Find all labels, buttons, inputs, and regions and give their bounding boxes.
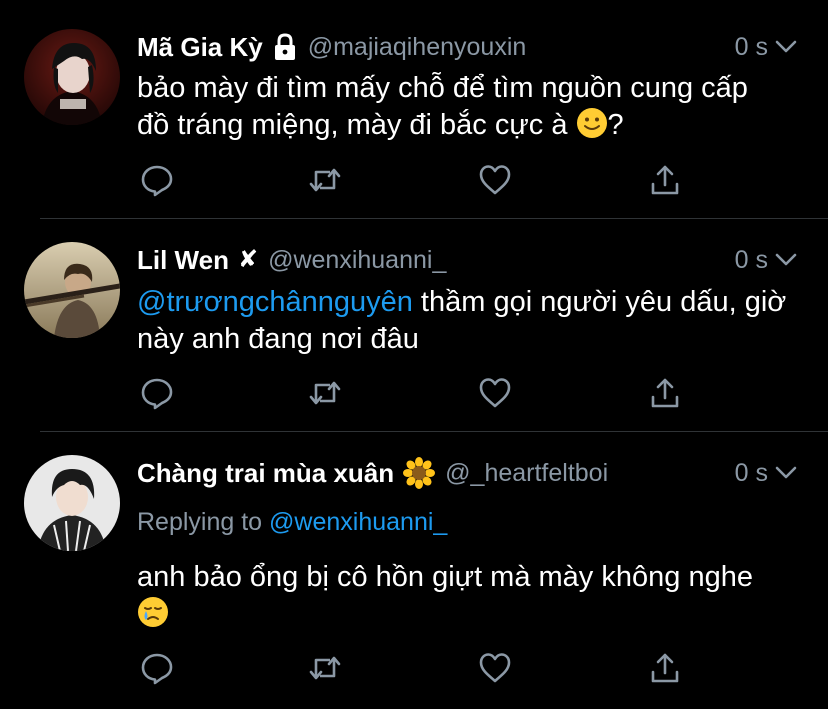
avatar[interactable] — [24, 29, 120, 125]
retweet-icon — [309, 381, 341, 405]
reply-icon — [141, 165, 173, 197]
reply-button[interactable] — [137, 373, 177, 413]
chevron-down-icon[interactable] — [774, 461, 798, 485]
tweet-actions — [137, 373, 697, 413]
reply-button[interactable] — [137, 160, 177, 200]
replying-to: Replying to @wenxihuanni_ — [137, 508, 447, 537]
retweet-icon — [309, 656, 341, 680]
tweet-actions — [137, 160, 697, 200]
time-wrap: 0 s — [735, 27, 798, 67]
like-button[interactable] — [475, 160, 515, 200]
avatar[interactable] — [24, 242, 120, 338]
share-button[interactable] — [645, 648, 685, 688]
lock-icon — [272, 32, 298, 62]
avatar[interactable] — [24, 455, 120, 551]
chevron-down-icon[interactable] — [774, 35, 798, 59]
user-handle[interactable]: @wenxihuanni_ — [268, 246, 446, 275]
cross-mark-badge: ✘ — [237, 246, 259, 273]
timestamp: 0 s — [734, 245, 768, 274]
retweet-button[interactable] — [305, 160, 345, 200]
like-icon — [479, 165, 511, 195]
share-button[interactable] — [645, 373, 685, 413]
display-name[interactable]: Lil Wen — [137, 245, 229, 276]
tweet-3[interactable]: Chàng trai mùa xuân @_heartfeltboi 0 s R… — [0, 432, 828, 709]
replying-to-handle[interactable]: @wenxihuanni_ — [269, 508, 447, 536]
reply-button[interactable] — [137, 648, 177, 688]
display-name[interactable]: Mã Gia Kỳ — [137, 32, 263, 63]
tweet-2[interactable]: Lil Wen ✘ @wenxihuanni_ 0 s @trươngchânn… — [0, 219, 828, 431]
tweet-header: Lil Wen ✘ @wenxihuanni_ — [137, 240, 778, 280]
reply-icon — [141, 378, 173, 410]
sunflower-emoji — [403, 457, 436, 489]
like-button[interactable] — [475, 648, 515, 688]
timestamp: 0 s — [734, 32, 768, 61]
tweet-text-content: bảo mày đi tìm mấy chỗ để tìm nguồn cung… — [137, 72, 748, 141]
tweet-header: Chàng trai mùa xuân @_heartfeltboi — [137, 453, 778, 493]
retweet-button[interactable] — [305, 373, 345, 413]
timestamp: 0 s — [734, 458, 768, 487]
display-name[interactable]: Chàng trai mùa xuân — [137, 458, 394, 489]
tweet-text: anh bảo ổng bị cô hồn giựt mà mày không … — [137, 559, 768, 633]
tweet-text: @trươngchânnguyên thầm gọi người yêu dấu… — [137, 284, 788, 358]
share-icon — [651, 378, 679, 408]
tweet-header: Mã Gia Kỳ @majiaqihenyouxin — [137, 27, 778, 67]
time-wrap: 0 s — [735, 240, 798, 280]
tweet-text-suffix: ? — [607, 109, 624, 141]
tweet-timeline: Mã Gia Kỳ @majiaqihenyouxin 0 s bảo mày … — [0, 0, 828, 709]
reply-icon — [141, 653, 173, 685]
tweet-text-content: anh bảo ổng bị cô hồn giựt mà mày không … — [137, 561, 753, 593]
share-icon — [651, 165, 679, 195]
like-icon — [479, 653, 511, 683]
slightly-smiling-face-emoji — [576, 108, 607, 138]
retweet-icon — [309, 168, 341, 192]
user-handle[interactable]: @_heartfeltboi — [445, 459, 608, 488]
mention-link[interactable]: @trươngchânnguyên — [137, 286, 413, 318]
user-handle[interactable]: @majiaqihenyouxin — [308, 33, 527, 62]
crying-face-emoji — [138, 597, 168, 627]
share-button[interactable] — [645, 160, 685, 200]
replying-to-label: Replying to — [137, 508, 263, 536]
time-wrap: 0 s — [735, 453, 798, 493]
retweet-button[interactable] — [305, 648, 345, 688]
like-button[interactable] — [475, 373, 515, 413]
tweet-actions — [137, 648, 697, 688]
share-icon — [651, 653, 679, 683]
chevron-down-icon[interactable] — [774, 248, 798, 272]
tweet-text: bảo mày đi tìm mấy chỗ để tìm nguồn cung… — [137, 70, 788, 144]
like-icon — [479, 378, 511, 408]
tweet-1[interactable]: Mã Gia Kỳ @majiaqihenyouxin 0 s bảo mày … — [0, 0, 828, 218]
